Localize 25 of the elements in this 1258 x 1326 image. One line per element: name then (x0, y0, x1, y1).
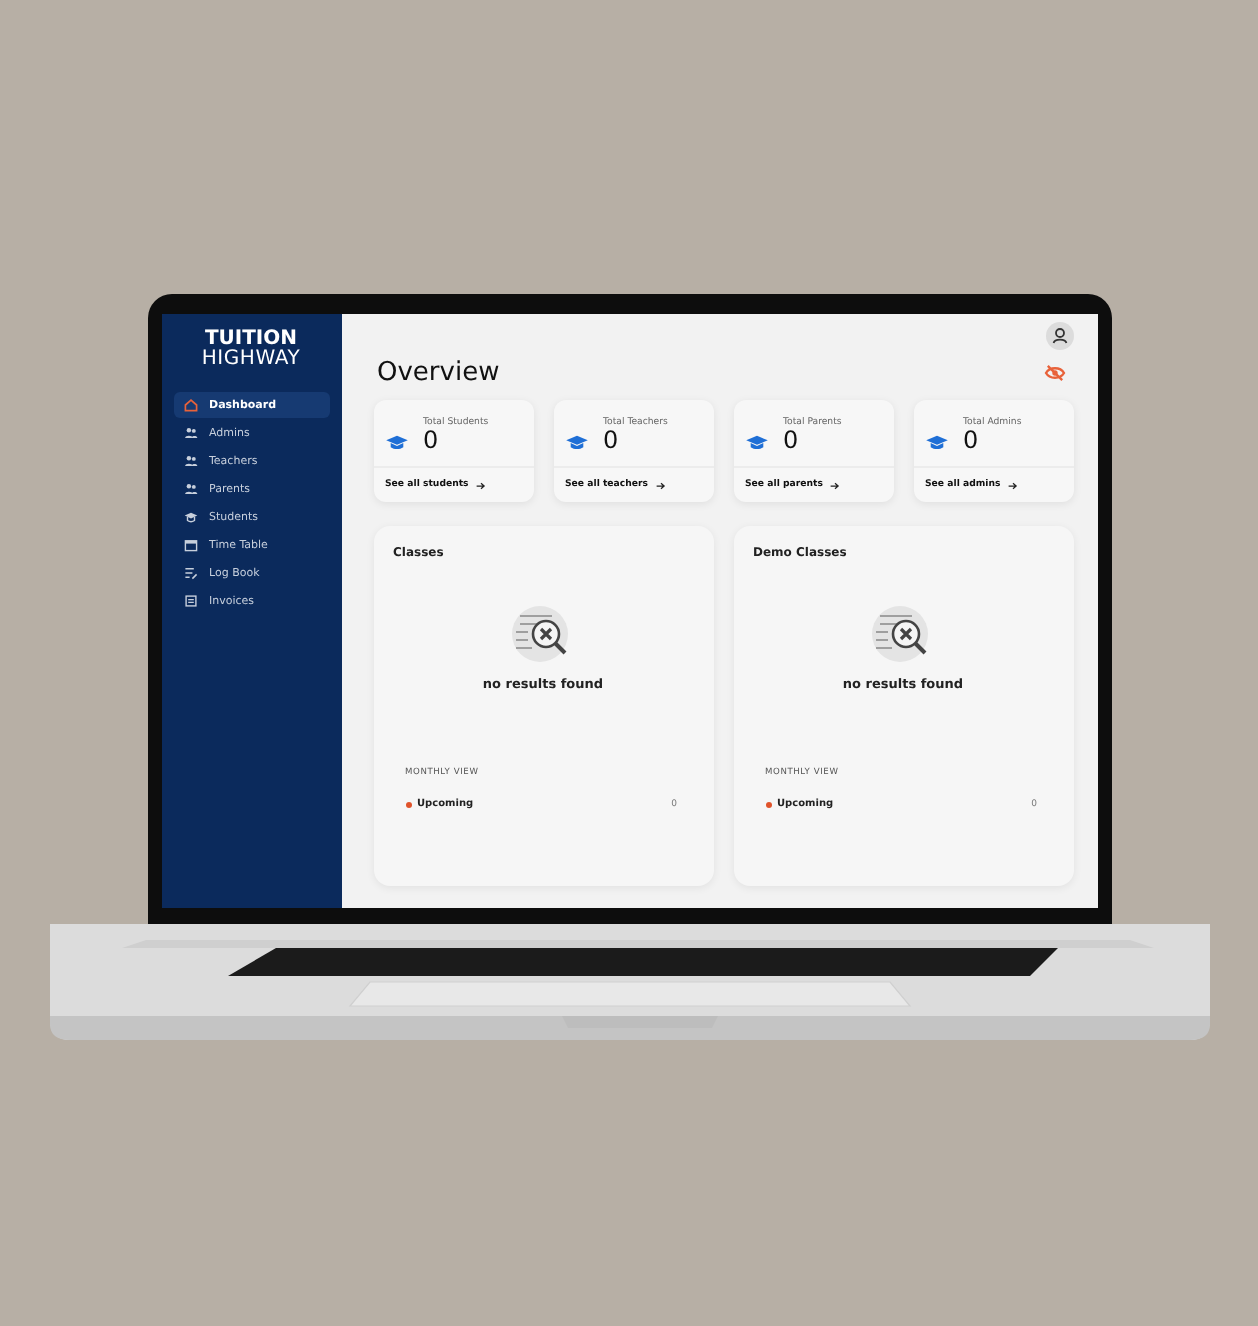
arrow-right-icon (830, 481, 841, 490)
user-avatar-icon[interactable] (1045, 322, 1073, 350)
stat-value: 0 (783, 428, 801, 455)
arrow-right-icon (476, 481, 487, 490)
page-title: Overview (377, 358, 500, 388)
people-icon (183, 482, 197, 496)
stat-value: 0 (963, 428, 981, 455)
document-icon (183, 594, 197, 608)
graduation-cap-icon (385, 433, 407, 452)
stat-value: 0 (423, 428, 441, 455)
logo-text: TUITION (204, 330, 298, 350)
people-icon (183, 426, 197, 440)
logo-text: HIGHWAY (201, 350, 301, 370)
graduation-cap-icon (925, 433, 947, 452)
arrow-right-icon (1008, 481, 1019, 490)
graduation-cap-icon (745, 433, 767, 452)
calendar-icon (183, 538, 197, 552)
notes-icon (183, 566, 197, 580)
home-icon (183, 398, 197, 412)
graduation-cap-icon (565, 433, 587, 452)
group-icon (183, 454, 197, 468)
eye-off-icon[interactable] (1043, 364, 1065, 382)
stat-value: 0 (603, 428, 621, 455)
arrow-right-icon (656, 481, 667, 490)
graduation-cap-icon (183, 510, 197, 524)
